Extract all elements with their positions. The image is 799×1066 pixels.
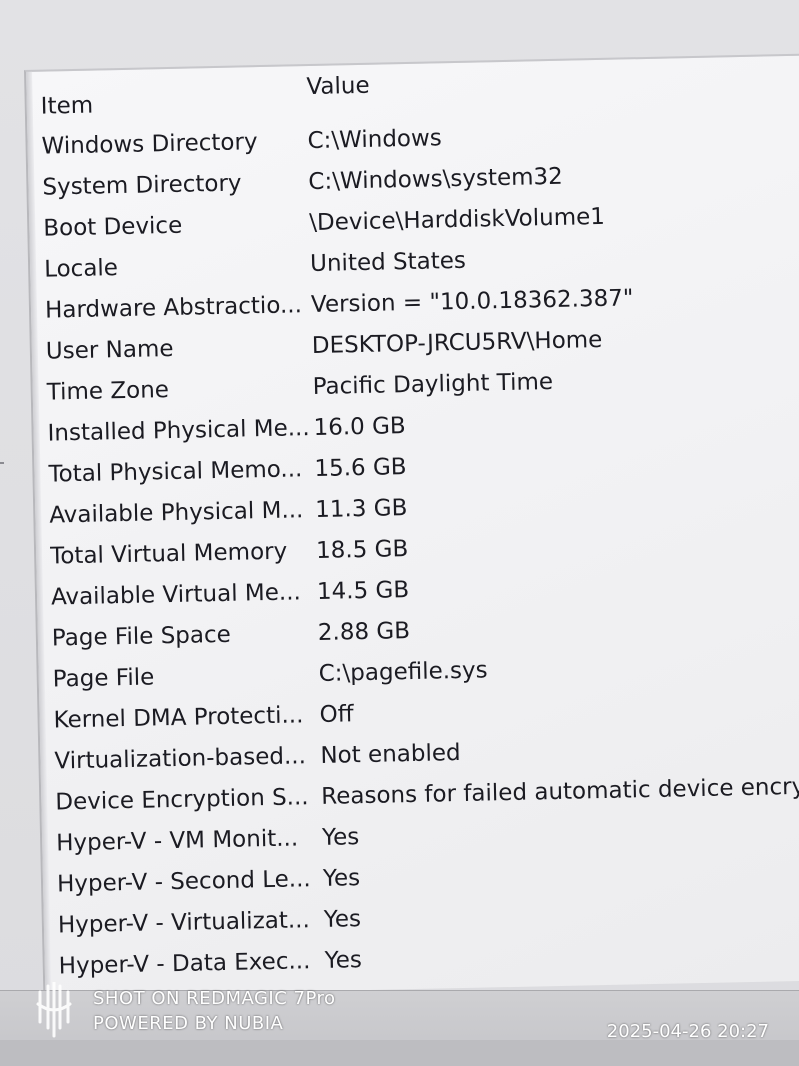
row-item-value: 14.5 GB	[316, 577, 410, 605]
system-summary-table: Item Value Windows Directory C:\Windows Sy…	[40, 63, 799, 985]
row-item-label: User Name	[45, 335, 174, 365]
row-item-label: Hyper-V - Virtualizat...	[57, 907, 311, 939]
row-item-label: Kernel DMA Protecti...	[53, 702, 304, 734]
column-header-item[interactable]: Item	[40, 88, 302, 120]
row-item-value: DESKTOP-JRCU5RV\Home	[311, 326, 603, 360]
edge-tick	[0, 462, 4, 464]
row-item-label: Hyper-V - VM Monit...	[55, 825, 299, 857]
row-item-label: Page File	[52, 664, 155, 693]
row-item-label: Available Virtual Me...	[50, 579, 302, 611]
monitor-bezel	[0, 1040, 799, 1066]
row-item-value: 16.0 GB	[313, 413, 406, 442]
row-item-label: Hyper-V - Data Exec...	[58, 948, 311, 980]
row-item-value: 18.5 GB	[315, 536, 409, 564]
row-item-value: Yes	[322, 865, 361, 892]
row-item-label: Installed Physical Me...	[47, 415, 310, 447]
column-header-value[interactable]: Value	[306, 73, 370, 100]
row-item-label: Locale	[43, 255, 119, 283]
redmagic-logo-icon	[36, 982, 72, 1038]
row-item-value: \Device\HarddiskVolume1	[308, 203, 606, 237]
row-item-value: C:\pagefile.sys	[318, 657, 488, 687]
row-item-label: System Directory	[42, 170, 242, 201]
row-item-label: Hyper-V - Second Le...	[56, 866, 311, 898]
row-item-value: Yes	[323, 906, 362, 933]
row-item-value: C:\Windows\system32	[308, 163, 564, 196]
row-item-value: Yes	[321, 824, 360, 851]
row-item-label: Time Zone	[46, 377, 170, 406]
watermark-powered-by: POWERED BY NUBIA	[93, 1013, 284, 1034]
row-item-label: Device Encryption S...	[55, 784, 309, 816]
row-item-value: 2.88 GB	[317, 618, 411, 646]
watermark-shot-on: SHOT ON REDMAGIC 7Pro	[93, 988, 336, 1009]
row-item-value: Yes	[324, 947, 363, 974]
row-item-label: Windows Directory	[41, 129, 258, 160]
photo-frame: Item Value Windows Directory C:\Windows Sy…	[0, 0, 799, 1066]
row-item-label: Page File Space	[51, 621, 232, 652]
row-item-value: 11.3 GB	[315, 495, 408, 523]
row-item-label: Hardware Abstractio...	[44, 292, 303, 324]
row-item-label: Boot Device	[43, 212, 183, 242]
row-item-label: Total Virtual Memory	[49, 538, 288, 570]
row-item-value: United States	[309, 247, 467, 278]
row-item-value: Pacific Daylight Time	[312, 368, 554, 401]
row-item-label: Virtualization-based...	[54, 743, 307, 775]
row-item-value: Version = "10.0.18362.387"	[310, 285, 634, 319]
row-item-value: C:\Windows	[307, 125, 443, 155]
table-body: Windows Directory C:\Windows System Direct…	[41, 107, 799, 985]
system-information-window: Item Value Windows Directory C:\Windows Sy…	[24, 53, 799, 997]
row-item-value: Not enabled	[320, 740, 461, 769]
watermark-datetime: 2025-04-26 20:27	[606, 1021, 769, 1042]
row-item-label: Available Physical M...	[49, 497, 304, 529]
row-item-value: Off	[319, 701, 354, 728]
row-item-label: Total Physical Memo...	[48, 456, 303, 488]
row-item-value: Reasons for failed automatic device encr…	[321, 773, 799, 810]
row-item-value: 15.6 GB	[314, 454, 407, 483]
